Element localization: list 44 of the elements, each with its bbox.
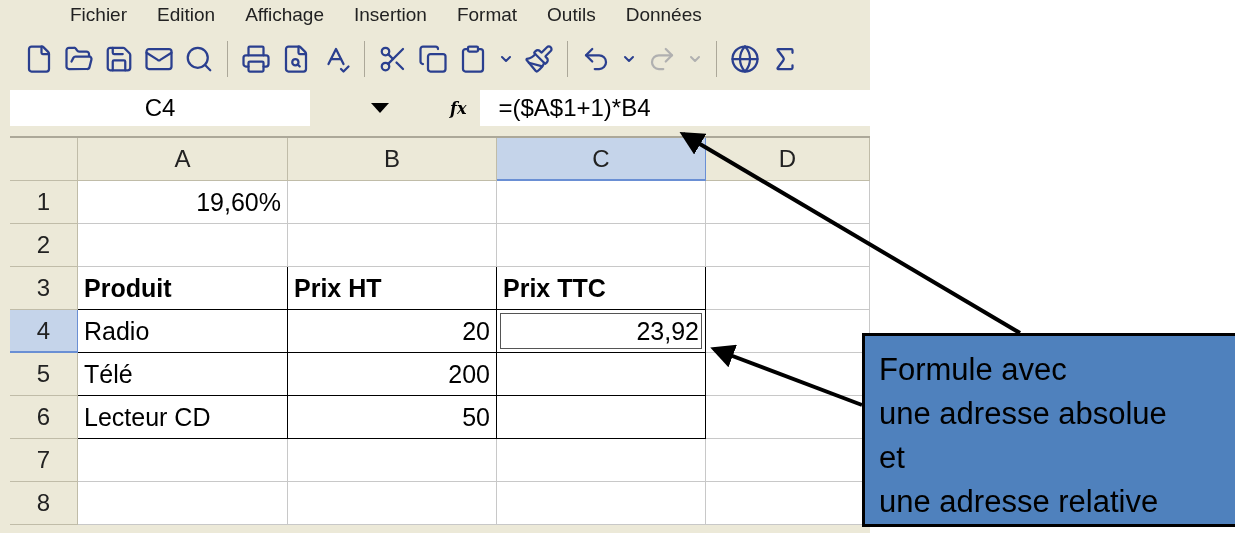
printer-icon[interactable] (241, 44, 271, 74)
menu-item[interactable]: Fichier (70, 4, 127, 26)
fx-label[interactable]: fx (450, 98, 467, 118)
table-cell: 23,92 (497, 310, 706, 353)
callout-text: et (879, 439, 906, 477)
row-header[interactable]: 3 (10, 267, 78, 310)
menu-item[interactable]: Données (625, 4, 702, 26)
formula-field[interactable]: =($A$1+1)*B4 (480, 90, 870, 126)
menu-item[interactable]: Insertion (354, 4, 427, 26)
column-header[interactable]: A (78, 138, 288, 181)
menu-item[interactable]: Affichage (245, 4, 324, 26)
table-cell: Prix TTC (497, 267, 706, 310)
menu-item[interactable]: Edition (157, 4, 216, 26)
name-box[interactable]: C4 (10, 90, 310, 126)
table-cell: 50 (288, 396, 497, 439)
row-header[interactable]: 6 (10, 396, 78, 439)
table-cell: Radio (78, 310, 288, 353)
table-cell: 19,60% (78, 181, 288, 224)
save-icon[interactable] (104, 44, 134, 74)
table-cell: Lecteur CD (78, 396, 288, 439)
row-header[interactable]: 4 (10, 310, 78, 353)
menu-item[interactable]: Format (456, 4, 518, 26)
menu-item[interactable]: Outils (547, 4, 596, 26)
column-header[interactable]: C (497, 138, 706, 181)
callout-text: une adresse relative (879, 483, 1160, 521)
callout-text: une adresse absolue (879, 395, 1168, 433)
paintbrush-icon[interactable] (524, 44, 554, 74)
search-icon[interactable] (184, 44, 214, 74)
row-header[interactable]: 7 (10, 439, 78, 482)
dropdown-icon[interactable] (371, 103, 389, 113)
row-header[interactable]: 2 (10, 224, 78, 267)
row-header[interactable]: 5 (10, 353, 78, 396)
row-header[interactable]: 8 (10, 482, 78, 525)
table-cell: Produit (78, 267, 288, 310)
copy-icon[interactable] (418, 44, 448, 74)
table-cell: Prix HT (288, 267, 497, 310)
table-cell: 200 (288, 353, 497, 396)
callout-text: Formule avec (879, 351, 1068, 389)
column-header[interactable]: B (288, 138, 497, 181)
row-header[interactable]: 1 (10, 181, 78, 224)
column-header[interactable]: D (706, 138, 870, 181)
table-cell: Télé (78, 353, 288, 396)
table-cell: 20 (288, 310, 497, 353)
globe-icon[interactable] (730, 44, 760, 74)
